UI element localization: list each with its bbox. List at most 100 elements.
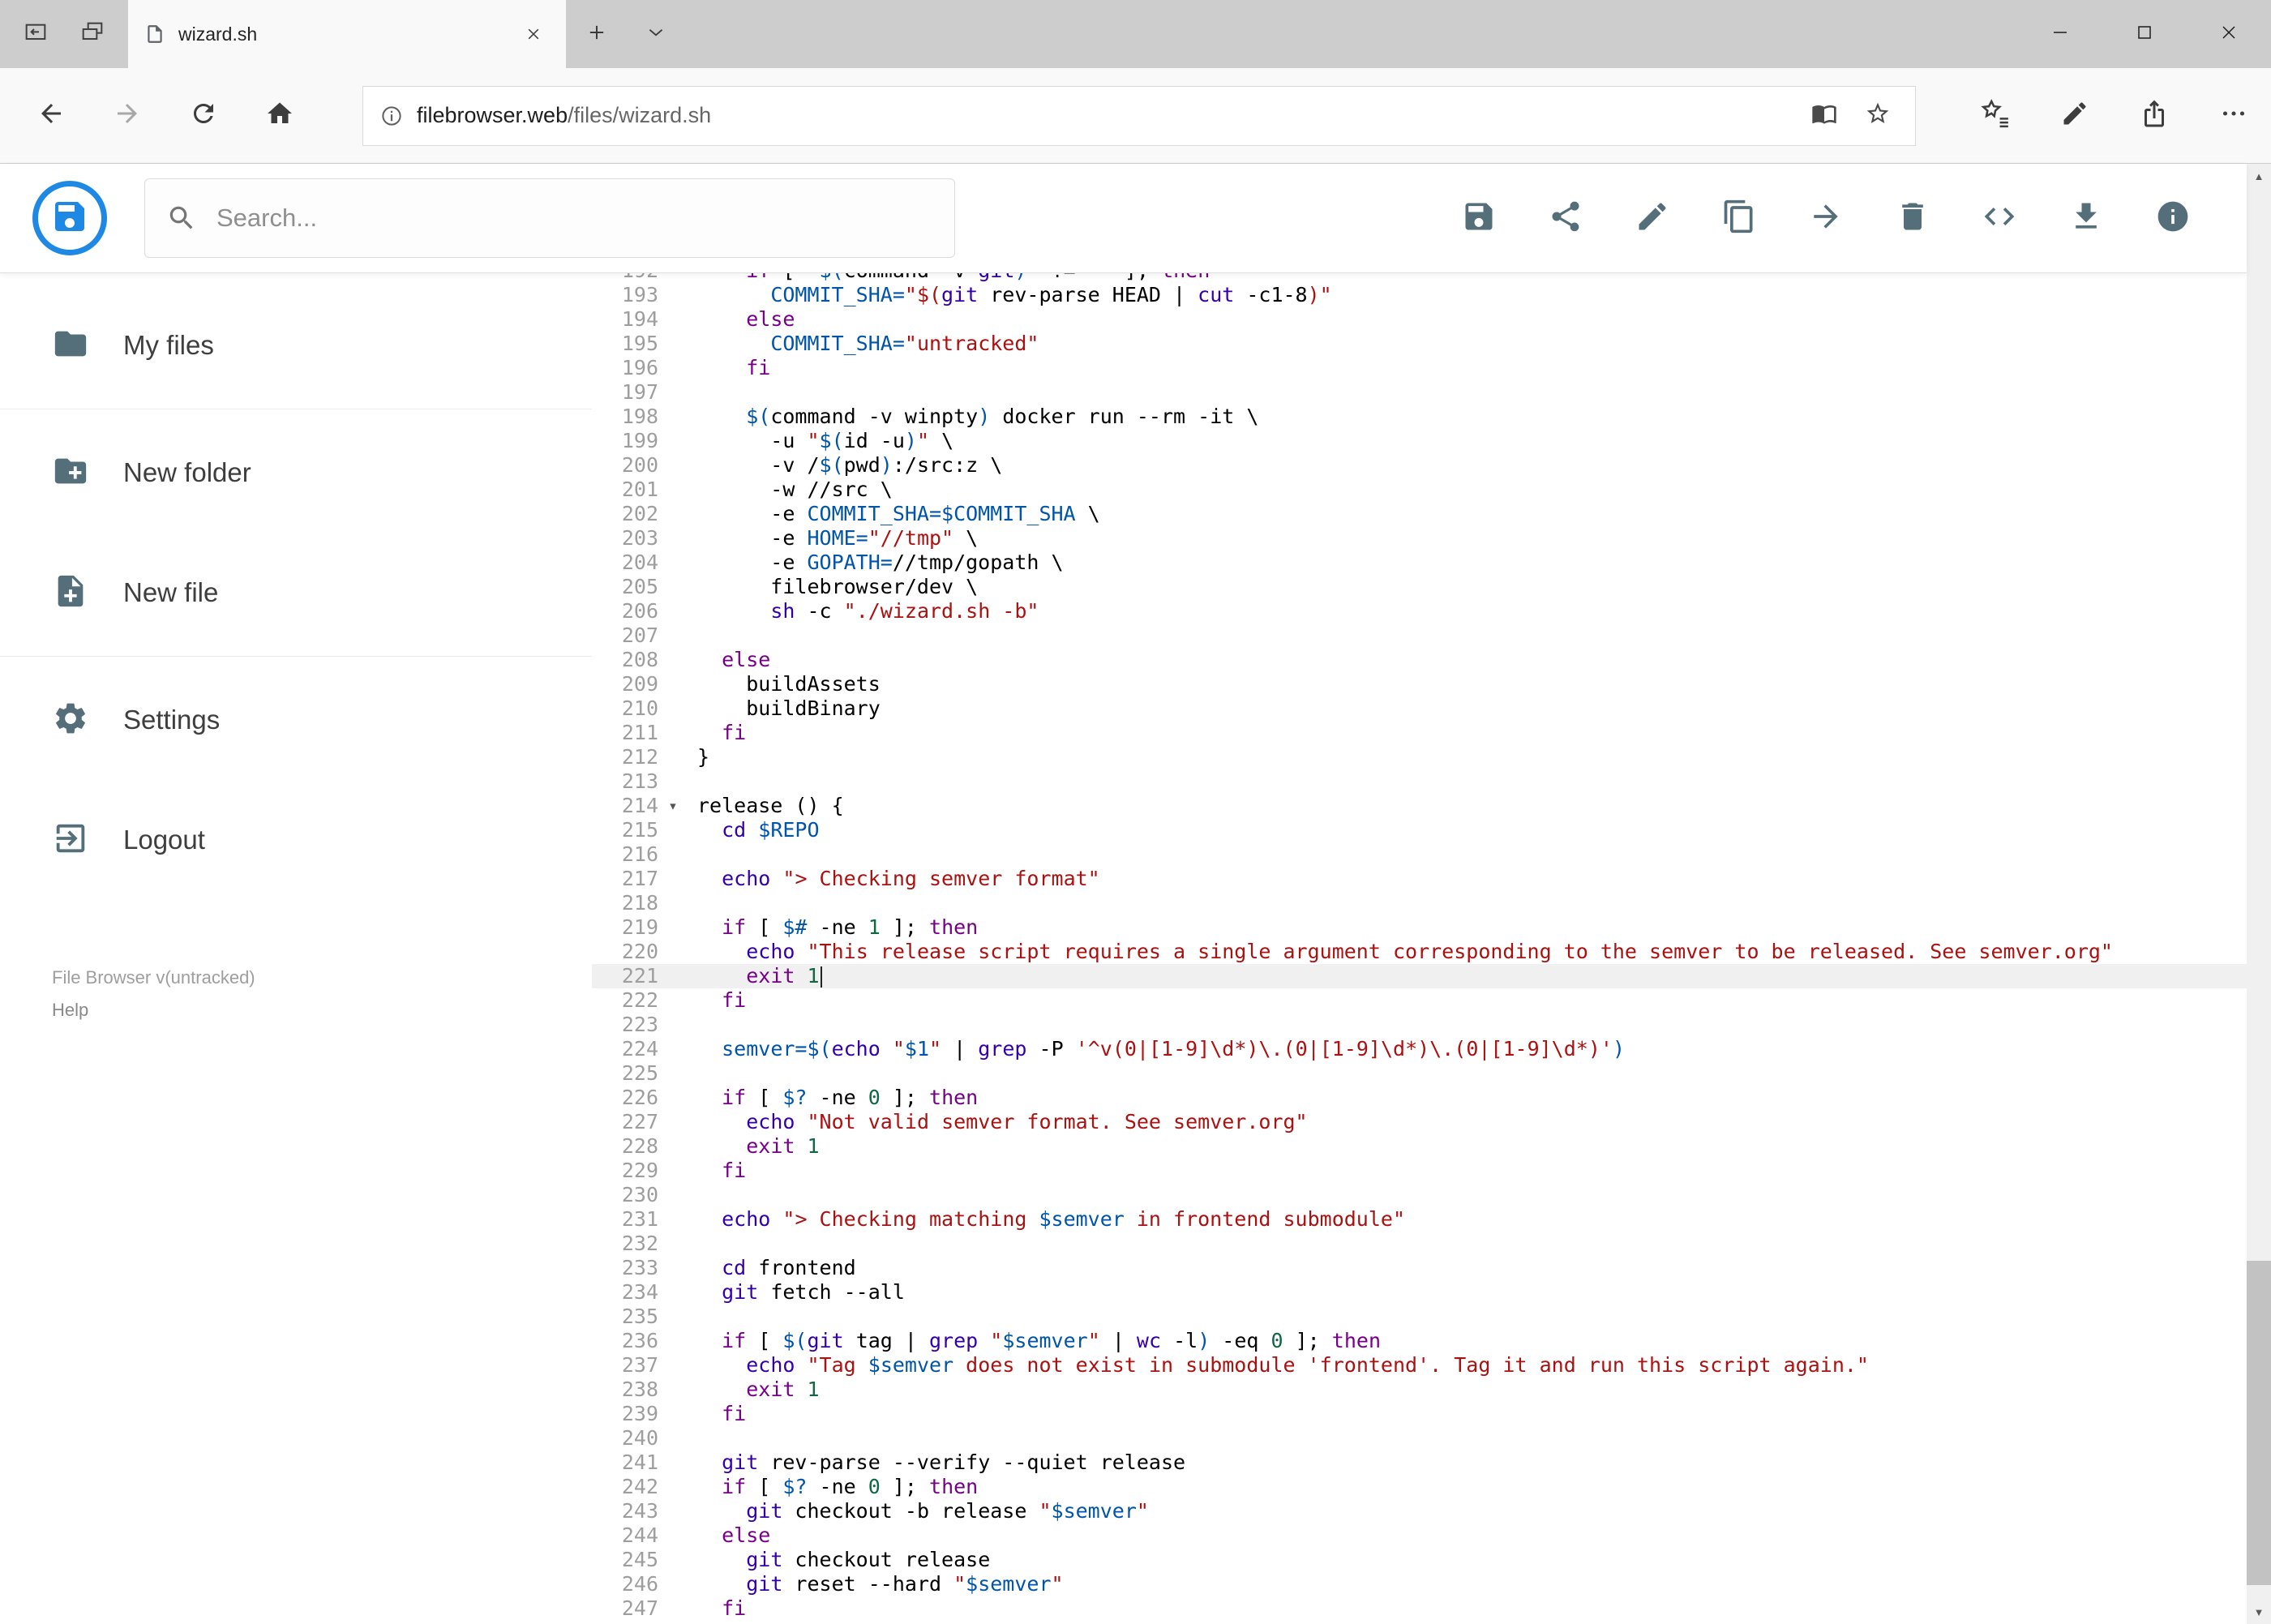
refresh-button[interactable]	[174, 86, 234, 146]
minimize-button[interactable]	[2018, 0, 2102, 68]
code-line[interactable]: 215 cd $REPO	[592, 818, 2247, 842]
sidebar-item-new-folder[interactable]: New folder	[0, 413, 592, 533]
code-line[interactable]: 247 fi	[592, 1596, 2247, 1621]
code-line[interactable]: 197	[592, 380, 2247, 405]
code-line[interactable]: 224 semver=$(echo "$1" | grep -P '^v(0|[…	[592, 1037, 2247, 1061]
code-line[interactable]: 212}	[592, 745, 2247, 769]
scroll-up-arrow-icon[interactable]: ▲	[2247, 164, 2271, 188]
sidebar-item-logout[interactable]: Logout	[0, 780, 592, 900]
download-button[interactable]	[2068, 200, 2104, 236]
sidebar-item-settings[interactable]: Settings	[0, 660, 592, 780]
page-scrollbar[interactable]: ▲ ▼	[2247, 164, 2271, 1624]
reading-view-button[interactable]	[1803, 95, 1845, 137]
tabs-preview-button[interactable]	[66, 8, 118, 60]
hub-favorites-button[interactable]	[1973, 93, 2018, 139]
code-line[interactable]: 196 fi	[592, 356, 2247, 380]
maximize-button[interactable]	[2102, 0, 2187, 68]
code-line[interactable]: 228 exit 1	[592, 1134, 2247, 1159]
code-line[interactable]: 243 git checkout -b release "$semver"	[592, 1499, 2247, 1523]
code-line[interactable]: 198 $(command -v winpty) docker run --rm…	[592, 405, 2247, 429]
code-line[interactable]: 241 git rev-parse --verify --quiet relea…	[592, 1450, 2247, 1475]
code-line[interactable]: 202 -e COMMIT_SHA=$COMMIT_SHA \	[592, 502, 2247, 526]
code-line[interactable]: 211 fi	[592, 721, 2247, 745]
code-line[interactable]: 245 git checkout release	[592, 1548, 2247, 1572]
code-line[interactable]: 220 echo "This release script requires a…	[592, 940, 2247, 964]
code-line[interactable]: 207	[592, 623, 2247, 648]
close-tab-icon[interactable]	[517, 18, 550, 50]
code-line[interactable]: 239 fi	[592, 1402, 2247, 1426]
code-line[interactable]: 231 echo "> Checking matching $semver in…	[592, 1207, 2247, 1232]
copy-button[interactable]	[1721, 199, 1757, 236]
code-line[interactable]: 214 ▾ release () {	[592, 794, 2247, 818]
code-line[interactable]: 192 if [ "$(command -v git)" != "" ]; th…	[592, 272, 2247, 283]
code-line[interactable]: 213	[592, 769, 2247, 794]
browser-tab[interactable]: wizard.sh	[128, 0, 566, 68]
code-line[interactable]: 232	[592, 1232, 2247, 1256]
search-input[interactable]	[215, 203, 933, 234]
code-line[interactable]: 209 buildAssets	[592, 672, 2247, 696]
code-line[interactable]: 238 exit 1	[592, 1378, 2247, 1402]
more-options-button[interactable]	[2211, 93, 2256, 139]
code-editor[interactable]: 192 if [ "$(command -v git)" != "" ]; th…	[592, 272, 2247, 1624]
save-button[interactable]	[1461, 200, 1497, 236]
info-button[interactable]	[2155, 200, 2191, 236]
code-line[interactable]: 242 if [ $? -ne 0 ]; then	[592, 1475, 2247, 1499]
delete-button[interactable]	[1895, 200, 1930, 236]
web-note-button[interactable]	[2052, 93, 2097, 139]
code-line[interactable]: 203 -e HOME="//tmp" \	[592, 526, 2247, 551]
code-line[interactable]: 193 COMMIT_SHA="$(git rev-parse HEAD | c…	[592, 283, 2247, 307]
address-bar[interactable]: filebrowser.web/files/wizard.sh	[362, 85, 1916, 146]
scroll-down-arrow-icon[interactable]: ▼	[2247, 1600, 2271, 1624]
tab-preview-chevron[interactable]	[628, 0, 684, 68]
code-line[interactable]: 230	[592, 1183, 2247, 1207]
code-line[interactable]: 234 git fetch --all	[592, 1280, 2247, 1305]
help-link[interactable]: Help	[52, 996, 88, 1025]
search-box[interactable]	[144, 178, 955, 258]
home-button[interactable]	[250, 86, 310, 146]
code-line[interactable]: 205 filebrowser/dev \	[592, 575, 2247, 599]
code-view-button[interactable]	[1982, 200, 2017, 236]
add-favorite-button[interactable]	[1857, 95, 1899, 137]
code-line[interactable]: 240	[592, 1426, 2247, 1450]
code-line[interactable]: 225	[592, 1061, 2247, 1086]
rename-button[interactable]	[1635, 200, 1670, 236]
tabs-set-aside-button[interactable]	[10, 8, 62, 60]
code-line[interactable]: 217 echo "> Checking semver format"	[592, 867, 2247, 891]
share-page-button[interactable]	[2132, 93, 2177, 139]
move-button[interactable]	[1808, 200, 1844, 236]
code-line[interactable]: 244 else	[592, 1523, 2247, 1548]
code-line[interactable]: 233 cd frontend	[592, 1256, 2247, 1280]
code-line[interactable]: 201 -w //src \	[592, 478, 2247, 502]
code-line[interactable]: 204 -e GOPATH=//tmp/gopath \	[592, 551, 2247, 575]
code-line[interactable]: 227 echo "Not valid semver format. See s…	[592, 1110, 2247, 1134]
code-line[interactable]: 226 if [ $? -ne 0 ]; then	[592, 1086, 2247, 1110]
code-line[interactable]: 206 sh -c "./wizard.sh -b"	[592, 599, 2247, 623]
code-line[interactable]: 221 exit 1	[592, 964, 2247, 988]
new-tab-button[interactable]	[566, 0, 628, 68]
forward-button[interactable]	[97, 86, 157, 146]
fold-marker-icon[interactable]: ▾	[658, 794, 688, 818]
sidebar-item-my-files[interactable]: My files	[0, 285, 592, 405]
code-line[interactable]: 246 git reset --hard "$semver"	[592, 1572, 2247, 1596]
code-line[interactable]: 195 COMMIT_SHA="untracked"	[592, 332, 2247, 356]
scrollbar-thumb[interactable]	[2247, 1261, 2271, 1585]
back-button[interactable]	[21, 86, 81, 146]
code-line[interactable]: 218	[592, 891, 2247, 915]
filebrowser-logo[interactable]	[32, 181, 107, 255]
close-button[interactable]	[2187, 0, 2271, 68]
share-button[interactable]	[1548, 200, 1583, 236]
code-line[interactable]: 208 else	[592, 648, 2247, 672]
code-line[interactable]: 229 fi	[592, 1159, 2247, 1183]
code-line[interactable]: 199 -u "$(id -u)" \	[592, 429, 2247, 453]
code-line[interactable]: 194 else	[592, 307, 2247, 332]
code-line[interactable]: 235	[592, 1305, 2247, 1329]
code-line[interactable]: 210 buildBinary	[592, 696, 2247, 721]
code-line[interactable]: 237 echo "Tag $semver does not exist in …	[592, 1353, 2247, 1378]
code-line[interactable]: 200 -v /$(pwd):/src:z \	[592, 453, 2247, 478]
code-line[interactable]: 216	[592, 842, 2247, 867]
url-text[interactable]: filebrowser.web/files/wizard.sh	[417, 103, 711, 128]
code-line[interactable]: 236 if [ $(git tag | grep "$semver" | wc…	[592, 1329, 2247, 1353]
site-info-icon[interactable]	[379, 104, 404, 128]
code-line[interactable]: 219 if [ $# -ne 1 ]; then	[592, 915, 2247, 940]
code-line[interactable]: 223	[592, 1013, 2247, 1037]
